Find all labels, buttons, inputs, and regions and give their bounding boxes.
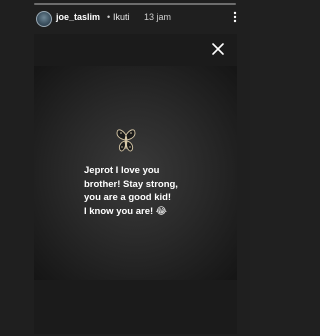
close-icon[interactable] [211,42,225,56]
avatar[interactable] [36,11,52,27]
message-line: brother! Stay strong, [84,178,178,190]
more-vertical-icon[interactable] [228,10,242,24]
butterfly-icon [116,127,136,155]
message-line: you are a good kid! [84,192,172,203]
story-progress-bar [34,3,236,5]
message-line: I know you are! 😂 [84,205,167,217]
follow-button[interactable]: Ikuti [113,12,130,22]
username-link[interactable]: joe_taslim [56,12,100,22]
separator-dot: • [107,12,111,22]
timestamp: 13 jam [144,12,172,22]
story-message: Jeprot I love you brother! Stay strong, … [84,164,224,218]
story-viewer: joe_taslim • Ikuti 13 jam Jeprot I love … [0,0,250,336]
message-line: Jeprot I love you [84,165,160,176]
